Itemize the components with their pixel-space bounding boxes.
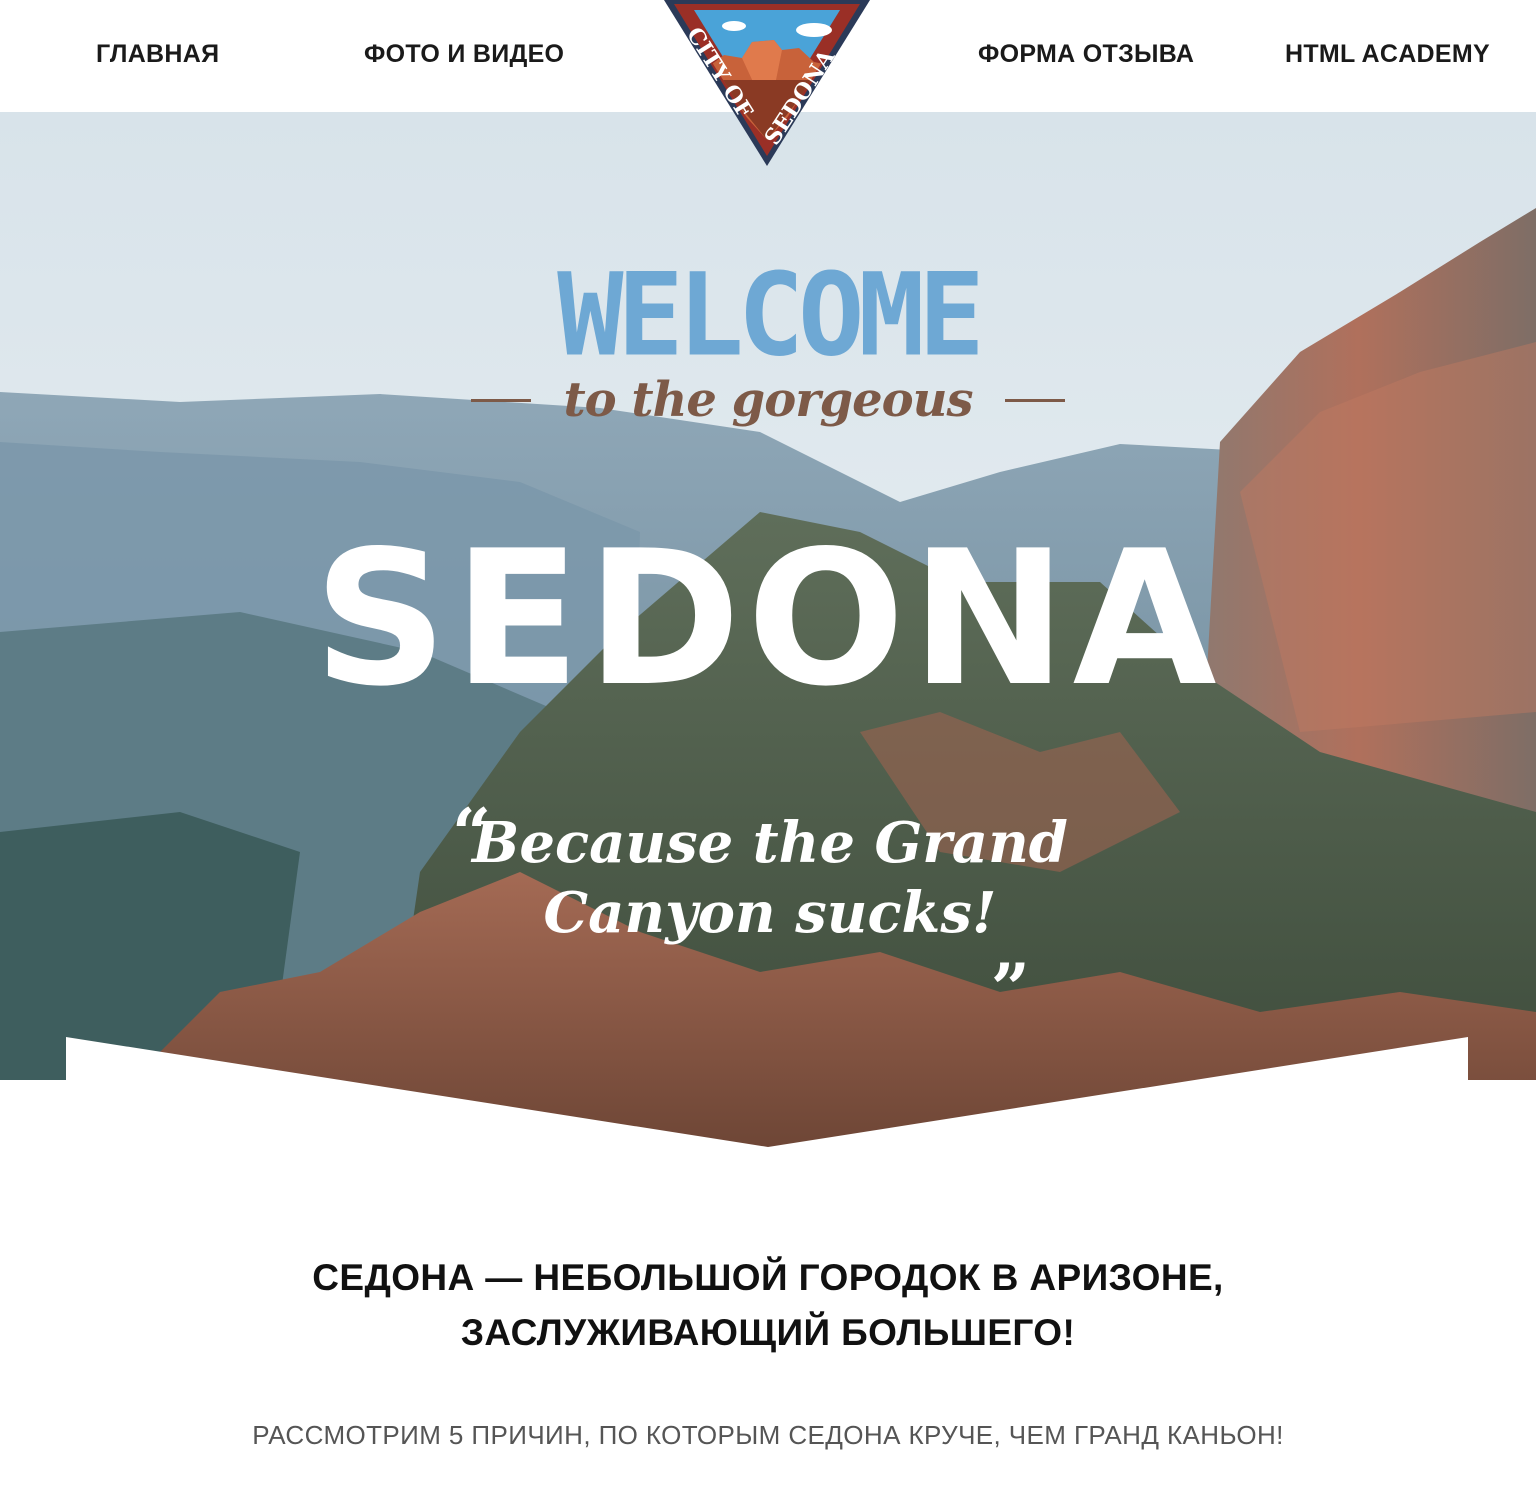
hero-tagline: to the gorgeous xyxy=(563,372,973,428)
hero-tagline-row: to the gorgeous xyxy=(0,370,1536,430)
logo-badge: CITY OF SEDONA xyxy=(664,0,870,166)
intro-headline-line1: СЕДОНА — НЕБОЛЬШОЙ ГОРОДОК В АРИЗОНЕ, xyxy=(312,1257,1224,1298)
tagline-dash-right xyxy=(1005,398,1066,402)
nav-link-home[interactable]: ГЛАВНАЯ xyxy=(96,38,219,70)
intro-subline: РАССМОТРИМ 5 ПРИЧИН, ПО КОТОРЫМ СЕДОНА К… xyxy=(252,1420,1284,1450)
quote-close-mark: „ xyxy=(992,910,1032,990)
hero-welcome: WELCOME xyxy=(557,248,985,382)
hero-title: SEDONA xyxy=(313,510,1223,727)
intro-headline-line2: ЗАСЛУЖИВАЮЩИЙ БОЛЬШЕГО! xyxy=(460,1312,1076,1353)
tagline-dash-left xyxy=(470,398,531,402)
nav-link-photo-video[interactable]: ФОТО И ВИДЕО xyxy=(364,38,564,70)
nav-link-feedback-form[interactable]: ФОРМА ОТЗЫВА xyxy=(978,38,1194,70)
intro-headline: СЕДОНА — НЕБОЛЬШОЙ ГОРОДОК В АРИЗОНЕ, ЗА… xyxy=(0,1250,1536,1360)
hero-section: WELCOME to the gorgeous SEDONA “ Because… xyxy=(0,112,1536,1147)
city-of-sedona-logo-icon[interactable]: CITY OF SEDONA xyxy=(664,0,870,166)
nav-link-html-academy[interactable]: HTML ACADEMY xyxy=(1285,38,1490,70)
hero-quote-line1: Because the Grand xyxy=(472,810,1068,876)
